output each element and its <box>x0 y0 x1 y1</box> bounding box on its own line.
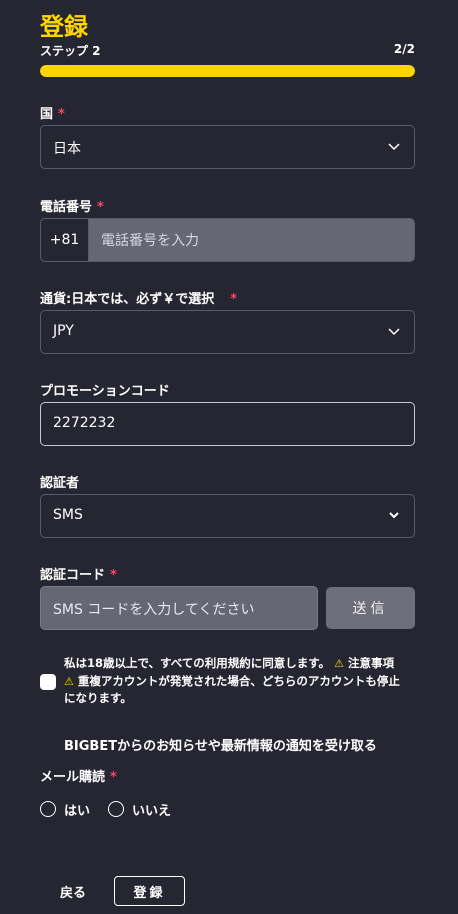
country-select[interactable]: 日本 <box>40 125 415 169</box>
promo-value: 2272232 <box>53 415 116 431</box>
warning-icon: ⚠ <box>334 657 345 670</box>
sms-code-input[interactable]: SMS コードを入力してください <box>40 586 318 630</box>
terms-text-1: 私は18歳以上で、すべての利用規約に同意します。 <box>64 656 331 670</box>
subscribe-yes-label[interactable]: はい <box>64 800 90 819</box>
verification-label: 認証コード * <box>40 564 117 583</box>
required-mark: * <box>110 770 117 785</box>
register-button[interactable]: 登録 <box>114 876 185 906</box>
chevron-down-icon <box>388 143 400 151</box>
phone-label-text: 電話番号 <box>40 200 93 215</box>
currency-label: 通貨:日本では、必ず￥で選択 * <box>40 288 237 307</box>
verification-label-text: 認証コード <box>40 568 106 583</box>
progress-fill <box>40 65 415 77</box>
required-mark: * <box>97 200 104 215</box>
country-label-text: 国 <box>40 107 54 122</box>
page-title: 登録 <box>40 13 88 41</box>
back-button[interactable]: 戻る <box>60 882 86 901</box>
country-value: 日本 <box>53 141 81 157</box>
terms-text-3: 重複アカウントが発覚された場合、どちらのアカウントも停止になります。 <box>64 673 400 706</box>
verifier-label: 認証者 <box>40 476 80 491</box>
verifier-value: SMS <box>53 507 83 523</box>
required-mark: * <box>110 568 117 583</box>
terms-text: 私は18歳以上で、すべての利用規約に同意します。 ⚠ 注意事項 ⚠ 重複アカウン… <box>64 655 404 708</box>
chevron-down-icon <box>389 512 399 519</box>
progress-bar <box>40 65 415 77</box>
subscription-label: メール購読 * <box>40 766 117 785</box>
subscribe-no-radio[interactable] <box>108 801 124 817</box>
sms-code-placeholder: SMS コードを入力してください <box>53 602 255 618</box>
currency-label-text: 通貨:日本では、必ず￥で選択 <box>40 292 215 307</box>
terms-text-2: 注意事項 <box>344 656 395 670</box>
step-label: ステップ 2 <box>40 44 101 58</box>
required-mark: * <box>230 292 238 307</box>
chevron-down-icon <box>388 328 400 336</box>
subscribe-no-label[interactable]: いいえ <box>132 800 171 819</box>
currency-select[interactable]: JPY <box>40 310 415 354</box>
warning-icon: ⚠ <box>64 674 74 688</box>
required-mark: * <box>58 107 65 122</box>
verifier-select[interactable]: SMS <box>40 494 415 538</box>
promo-input[interactable]: 2272232 <box>40 402 415 446</box>
promo-label: プロモーションコード <box>40 384 170 399</box>
newsletter-text: BIGBETからのお知らせや最新情報の通知を受け取る <box>64 739 377 754</box>
phone-prefix[interactable]: +81 <box>41 219 88 261</box>
currency-value: JPY <box>53 323 74 339</box>
subscribe-yes-radio[interactable] <box>40 801 56 817</box>
terms-checkbox[interactable] <box>40 674 56 690</box>
subscription-label-text: メール購読 <box>40 770 106 785</box>
step-count: 2/2 <box>393 42 415 56</box>
send-code-button[interactable]: 送信 <box>326 587 415 629</box>
phone-input[interactable]: 電話番号を入力 <box>88 219 414 261</box>
phone-field: +81 電話番号を入力 <box>40 218 415 262</box>
country-label: 国 * <box>40 103 65 122</box>
phone-label: 電話番号 * <box>40 196 104 215</box>
